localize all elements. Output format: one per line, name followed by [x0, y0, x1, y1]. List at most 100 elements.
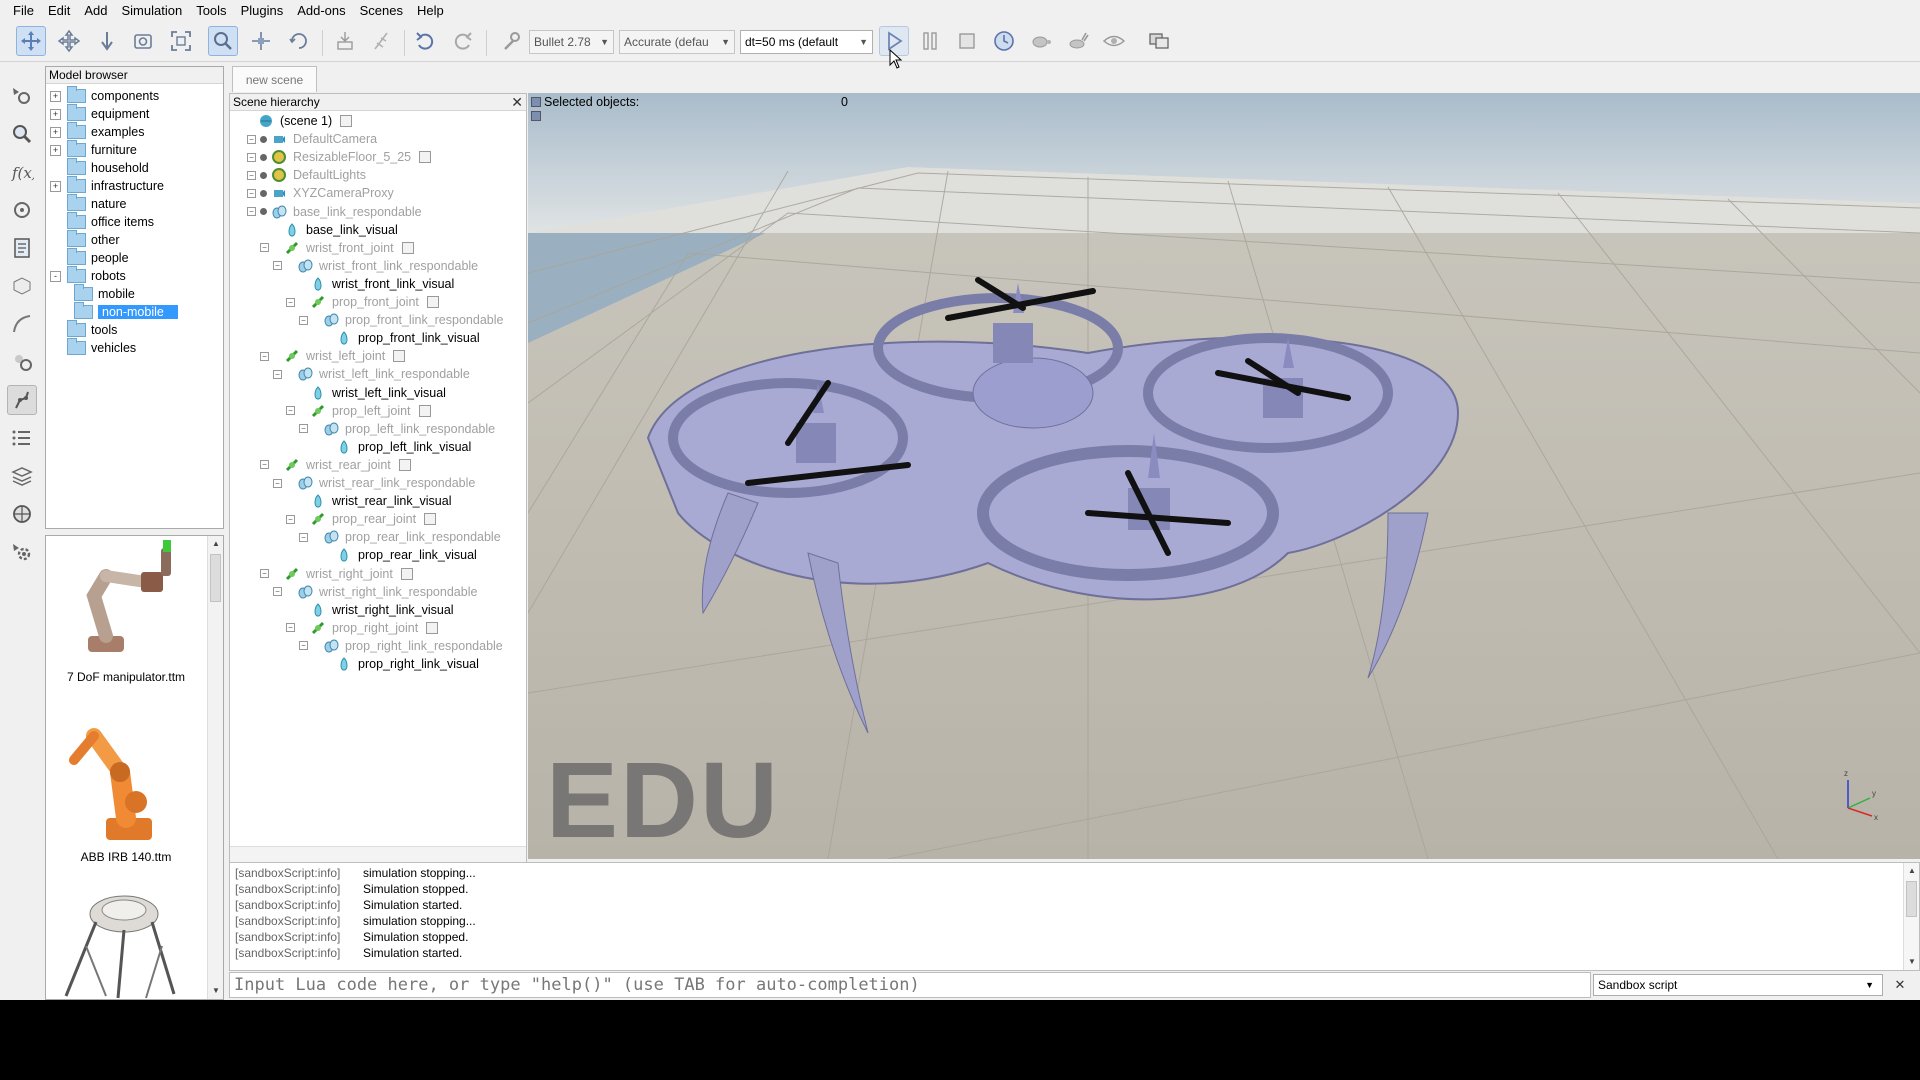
scroll-up-icon[interactable]: ▲ [1904, 863, 1920, 879]
objects-properties-button[interactable] [7, 347, 37, 377]
thumbnail-item[interactable]: ABB IRB 140.ttm [46, 708, 206, 868]
script-attached-icon[interactable] [398, 458, 411, 471]
hierarchy-item[interactable]: − wrist_right_link_respondable [273, 583, 477, 601]
hierarchy-item[interactable]: − prop_right_joint [286, 619, 439, 637]
timestep-select[interactable]: dt=50 ms (default ▼ [740, 30, 873, 54]
model-folder-item[interactable]: + equipment [50, 104, 149, 123]
scrollbar-handle[interactable] [210, 554, 221, 602]
tree-expand-icon[interactable]: − [286, 297, 295, 307]
click-select-button[interactable] [208, 26, 238, 56]
hierarchy-item[interactable]: −prop_right_link_visual [312, 655, 479, 673]
hierarchy-item[interactable]: −prop_front_link_visual [312, 329, 480, 347]
close-icon[interactable]: ✕ [511, 94, 523, 111]
model-folder-item[interactable]: office items [50, 212, 154, 231]
object-shift-button[interactable] [246, 26, 276, 56]
assemble-button[interactable] [330, 26, 360, 56]
tree-expand-icon[interactable]: − [286, 406, 295, 416]
hierarchy-item[interactable]: − wrist_rear_link_respondable [273, 474, 475, 492]
hierarchy-item[interactable]: − XYZCameraProxy [247, 184, 394, 202]
model-folder-item[interactable]: vehicles [50, 338, 136, 357]
hierarchy-horizontal-scrollbar[interactable] [230, 846, 526, 862]
scroll-down-icon[interactable]: ▼ [208, 983, 223, 999]
layers-button[interactable] [7, 423, 37, 453]
hierarchy-item[interactable]: − wrist_front_joint [260, 239, 414, 257]
tree-expand-icon[interactable]: − [247, 152, 256, 162]
expand-icon[interactable]: + [50, 126, 61, 138]
stop-simulation-button[interactable] [952, 26, 982, 56]
physics-engine-select[interactable]: Bullet 2.78 ▼ [529, 30, 614, 54]
script-attached-icon[interactable] [426, 621, 439, 634]
script-attached-icon[interactable] [401, 241, 414, 254]
thumbnail-item[interactable]: 7 DoF manipulator.ttm [46, 536, 206, 686]
script-attached-icon[interactable] [426, 296, 439, 308]
tree-expand-icon[interactable]: − [260, 569, 269, 578]
expand-icon[interactable]: + [50, 144, 61, 156]
model-folder-item[interactable]: + components [50, 86, 159, 105]
tree-expand-icon[interactable]: − [299, 532, 308, 542]
menu-addons[interactable]: Add-ons [290, 0, 352, 21]
tree-expand-icon[interactable]: − [273, 587, 282, 597]
camera-rotate-button[interactable] [54, 26, 84, 56]
hierarchy-item[interactable]: − DefaultCamera [247, 130, 377, 148]
expand-icon[interactable]: + [50, 180, 61, 192]
shape-edit-button[interactable] [7, 271, 37, 301]
expand-icon[interactable]: + [50, 108, 61, 120]
tree-expand-icon[interactable]: − [299, 424, 308, 434]
hierarchy-item[interactable]: −wrist_right_link_visual [286, 601, 454, 619]
menu-simulation[interactable]: Simulation [115, 0, 190, 21]
tab-new-scene[interactable]: new scene [232, 66, 317, 92]
model-folder-item[interactable]: non-mobile [74, 302, 178, 321]
visualization-toggle-button[interactable] [1099, 26, 1129, 56]
page-selector-button[interactable] [1144, 26, 1174, 56]
model-folder-item[interactable]: nature [50, 194, 126, 213]
hierarchy-item[interactable]: −prop_left_link_visual [312, 438, 471, 456]
tree-expand-icon[interactable]: − [260, 351, 269, 361]
menu-scenes[interactable]: Scenes [353, 0, 410, 21]
model-folder-item[interactable]: tools [50, 320, 117, 339]
slow-down-button[interactable] [1026, 26, 1056, 56]
script-attached-icon[interactable] [340, 115, 353, 127]
hierarchy-item[interactable]: − prop_rear_link_respondable [299, 528, 501, 546]
scroll-up-icon[interactable]: ▲ [208, 536, 223, 552]
simulation-settings-button[interactable] [7, 81, 37, 111]
path-edit-button[interactable] [7, 309, 37, 339]
model-folder-item[interactable]: + examples [50, 122, 145, 141]
hierarchy-item[interactable]: − wrist_left_joint [260, 347, 406, 365]
calculation-modules-button[interactable]: f(x) [7, 157, 37, 187]
viewport-option-icon[interactable] [531, 111, 541, 121]
hierarchy-item[interactable]: −prop_rear_link_visual [312, 546, 477, 564]
menu-add[interactable]: Add [77, 0, 114, 21]
hierarchy-item[interactable]: − prop_front_joint [286, 293, 439, 311]
object-rotate-button[interactable] [284, 26, 314, 56]
hierarchy-item[interactable]: − prop_right_link_respondable [299, 637, 503, 655]
hierarchy-item[interactable]: −wrist_left_link_visual [286, 384, 446, 402]
hierarchy-item[interactable]: − wrist_rear_joint [260, 456, 411, 474]
collections-button[interactable] [7, 195, 37, 225]
menu-tools[interactable]: Tools [189, 0, 233, 21]
thumbnails-scrollbar[interactable]: ▲ ▼ [207, 536, 223, 999]
stack-button[interactable] [7, 461, 37, 491]
speed-up-button[interactable] [1063, 26, 1093, 56]
tree-expand-icon[interactable]: − [247, 134, 256, 144]
tree-expand-icon[interactable]: − [299, 641, 308, 651]
tree-expand-icon[interactable]: − [260, 460, 269, 470]
model-folder-item[interactable]: people [50, 248, 129, 267]
viewport-menu-icon[interactable] [531, 97, 541, 107]
script-attached-icon[interactable] [393, 350, 406, 363]
script-attached-icon[interactable] [419, 151, 432, 164]
tree-expand-icon[interactable]: − [247, 170, 256, 180]
model-folder-item[interactable]: other [50, 230, 120, 249]
collapse-icon[interactable]: - [50, 270, 61, 282]
hierarchy-item[interactable]: − base_link_respondable [247, 203, 422, 221]
ik-button[interactable] [7, 385, 37, 415]
tree-expand-icon[interactable]: − [273, 261, 282, 271]
script-target-select[interactable]: Sandbox script ▼ [1593, 974, 1883, 996]
scripts-button[interactable] [7, 233, 37, 263]
lua-command-input[interactable]: Input Lua code here, or type "help()" (u… [229, 972, 1591, 998]
hierarchy-item[interactable]: − prop_front_link_respondable [299, 311, 503, 329]
hierarchy-item[interactable]: − ResizableFloor_5_25 [247, 148, 432, 166]
camera-pan-button[interactable] [16, 26, 46, 56]
dynamics-settings-button[interactable] [496, 26, 526, 56]
model-folder-item[interactable]: + furniture [50, 140, 137, 159]
camera-shift-button[interactable] [92, 26, 122, 56]
